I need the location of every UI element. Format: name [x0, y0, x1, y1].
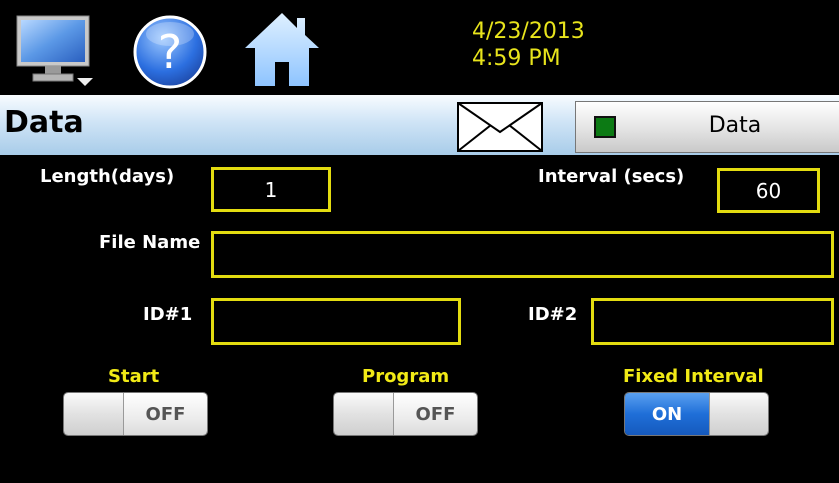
toggle-knob	[64, 393, 124, 435]
id1-input[interactable]	[211, 298, 461, 345]
program-label: Program	[362, 366, 450, 387]
length-label: Length(days)	[40, 166, 175, 187]
fixed-interval-label: Fixed Interval	[623, 366, 764, 387]
id2-input[interactable]	[591, 298, 834, 345]
fixed-interval-toggle[interactable]: ON	[624, 392, 769, 436]
file-name-label: File Name	[99, 232, 201, 253]
date-text: 4/23/2013	[472, 19, 585, 44]
help-icon[interactable]: ?	[132, 14, 208, 90]
file-name-input[interactable]	[211, 231, 834, 278]
interval-input[interactable]: 60	[717, 168, 820, 213]
id2-label: ID#2	[528, 304, 578, 325]
page-title: Data	[4, 105, 84, 140]
mail-icon[interactable]	[457, 102, 543, 152]
start-toggle-state: OFF	[124, 393, 207, 435]
interval-label: Interval (secs)	[538, 166, 685, 187]
date-time-display: 4/23/2013 4:59 PM	[472, 18, 585, 72]
start-label: Start	[108, 366, 160, 387]
data-status-indicator	[594, 116, 616, 138]
length-input[interactable]: 1	[211, 167, 331, 212]
program-toggle[interactable]: OFF	[333, 392, 478, 436]
fixed-interval-toggle-state: ON	[625, 393, 709, 435]
monitor-icon[interactable]	[15, 14, 95, 86]
toggle-knob	[709, 393, 768, 435]
id1-label: ID#1	[143, 304, 193, 325]
svg-text:?: ?	[158, 25, 182, 79]
data-button-label: Data	[708, 113, 762, 138]
home-icon[interactable]	[243, 10, 321, 88]
program-toggle-state: OFF	[394, 393, 477, 435]
toggle-knob	[334, 393, 394, 435]
start-toggle[interactable]: OFF	[63, 392, 208, 436]
time-text: 4:59 PM	[472, 46, 561, 71]
